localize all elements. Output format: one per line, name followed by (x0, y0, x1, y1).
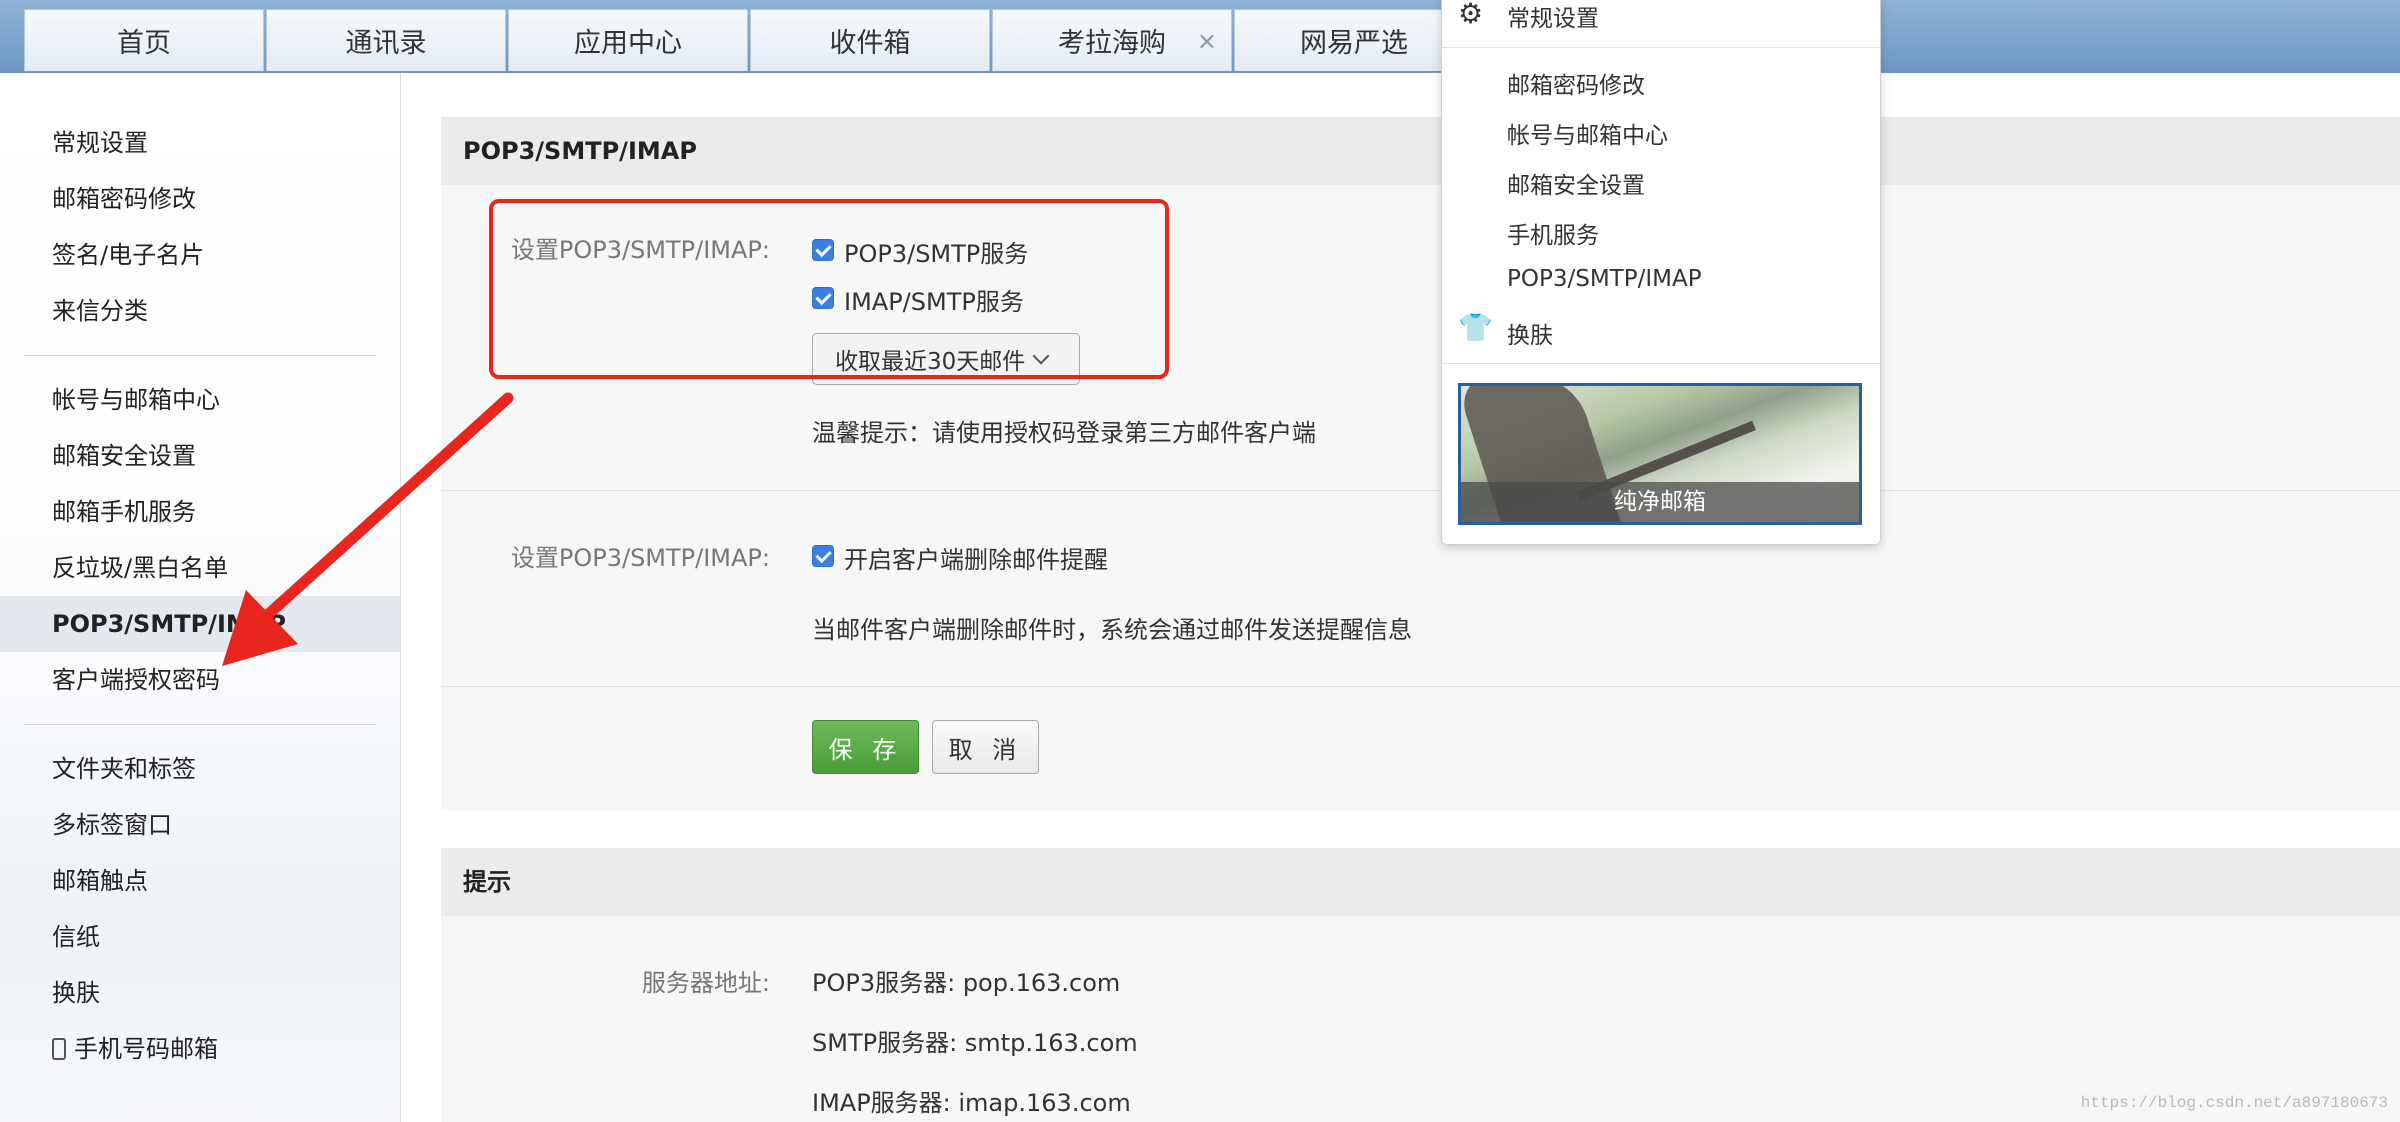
annotation-arrow (222, 392, 514, 666)
skin-thumbnail[interactable]: 纯净邮箱 (1458, 383, 1862, 525)
menu-item-skin[interactable]: 换肤 (1507, 316, 1553, 350)
menu-item-account-center[interactable]: 帐号与邮箱中心 (1507, 116, 1668, 150)
watermark-text: https://blog.csdn.net/a897180673 (2080, 1094, 2388, 1112)
menu-item-security[interactable]: 邮箱安全设置 (1507, 166, 1645, 200)
menu-divider (1442, 363, 1880, 364)
tshirt-icon: 👕 (1458, 311, 1493, 344)
menu-item-password[interactable]: 邮箱密码修改 (1507, 66, 1645, 100)
menu-item-pop3-smtp-imap[interactable]: POP3/SMTP/IMAP (1507, 266, 1702, 292)
gear-icon: ⚙ (1458, 0, 1484, 30)
menu-item-mobile-service[interactable]: 手机服务 (1507, 216, 1599, 250)
menu-divider (1442, 47, 1880, 48)
skin-name-label: 纯净邮箱 (1461, 482, 1859, 522)
menu-item-general-settings[interactable]: 常规设置 (1507, 0, 1599, 33)
settings-dropdown-menu: ⚙ 常规设置 邮箱密码修改 帐号与邮箱中心 邮箱安全设置 手机服务 POP3/S… (1441, 0, 1881, 545)
